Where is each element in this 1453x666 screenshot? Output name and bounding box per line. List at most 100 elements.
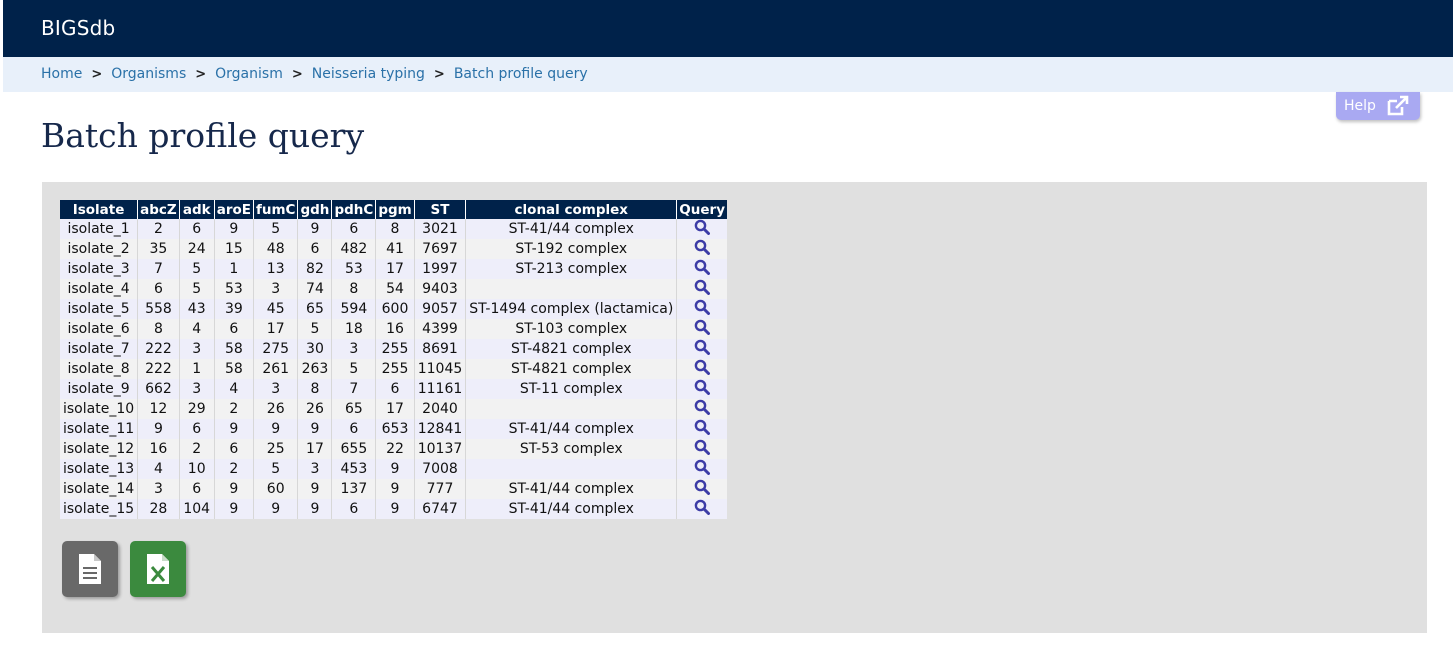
cell-query [676,479,727,499]
cell-adk: 29 [178,399,215,419]
cell-gdh: 9 [297,419,332,439]
cell-clonal-complex: ST-41/44 complex [465,499,677,519]
search-icon[interactable] [694,339,711,359]
cell-st: 11161 [413,379,466,399]
cell-adk: 1 [178,359,215,379]
breadcrumb-home[interactable]: Home [41,66,82,82]
breadcrumb-neisseria-typing[interactable]: Neisseria typing [312,66,425,82]
cell-query [676,319,727,339]
cell-isolate: isolate_5 [60,299,138,319]
search-icon[interactable] [694,299,711,319]
external-link-icon [1386,95,1410,121]
cell-gdh: 8 [297,379,332,399]
help-button[interactable]: Help [1336,92,1420,120]
search-icon[interactable] [694,439,711,459]
breadcrumb: Home > Organisms > Organism > Neisseria typing… [3,57,1453,92]
breadcrumb-batch-profile-query[interactable]: Batch profile query [454,66,588,82]
cell-abcz: 222 [137,359,180,379]
search-icon[interactable] [694,399,711,419]
cell-aroe: 9 [213,479,254,499]
cell-aroe: 4 [213,379,254,399]
cell-pdhc: 482 [331,239,376,259]
cell-query [676,279,727,299]
cell-isolate: isolate_13 [60,459,138,479]
cell-query [676,439,727,459]
cell-pdhc: 655 [331,439,376,459]
cell-abcz: 35 [137,239,180,259]
cell-adk: 6 [178,419,215,439]
column-header-adk: adk [178,200,215,219]
cell-gdh: 263 [297,359,332,379]
search-icon[interactable] [694,259,711,279]
table-row: isolate_1 2 6 9 5 9 6 8 3021 ST-41/44 complex [60,219,727,239]
cell-adk: 5 [178,279,215,299]
results-panel: Isolate abcZ adk aroE fumC gdh pdhC pgm … [42,182,1427,633]
breadcrumb-separator: > [433,67,445,82]
page: BIGSdb Home > Organisms > Organism > Neisseria… [3,0,1453,666]
cell-pgm: 255 [375,359,415,379]
cell-clonal-complex: ST-41/44 complex [465,219,677,239]
cell-clonal-complex: ST-11 complex [465,379,677,399]
cell-isolate: isolate_15 [60,499,138,519]
cell-isolate: isolate_6 [60,319,138,339]
breadcrumb-separator: > [195,67,207,82]
cell-abcz: 7 [137,259,180,279]
cell-adk: 2 [178,439,215,459]
cell-aroe: 9 [213,419,254,439]
cell-abcz: 12 [137,399,180,419]
cell-pdhc: 18 [331,319,376,339]
cell-fumc: 5 [252,459,298,479]
cell-isolate: isolate_10 [60,399,138,419]
cell-pgm: 17 [375,259,415,279]
table-row: isolate_12 16 2 6 25 17 655 22 10137 ST-53 comple… [60,439,727,459]
search-icon[interactable] [694,239,711,259]
search-icon[interactable] [694,219,711,239]
cell-query [676,499,727,519]
cell-pdhc: 137 [331,479,376,499]
results-table: Isolate abcZ adk aroE fumC gdh pdhC pgm … [60,200,727,519]
search-icon[interactable] [694,499,711,519]
breadcrumb-organism[interactable]: Organism [215,66,283,82]
breadcrumb-organisms[interactable]: Organisms [111,66,186,82]
cell-query [676,379,727,399]
cell-gdh: 9 [297,499,332,519]
table-row: isolate_7 222 3 58 275 30 3 255 8691 ST-4821 comp… [60,339,727,359]
table-row: isolate_11 9 6 9 9 9 6 653 12841 ST-41/44 complex [60,419,727,439]
cell-adk: 3 [178,339,215,359]
column-header-aroe: aroE [213,200,254,219]
column-header-gdh: gdh [297,200,332,219]
export-text-button[interactable] [62,541,118,597]
cell-clonal-complex: ST-4821 complex [465,359,677,379]
breadcrumb-separator: > [91,67,103,82]
cell-aroe: 58 [213,359,254,379]
table-row: isolate_6 8 4 6 17 5 18 16 4399 ST-103 complex [60,319,727,339]
cell-abcz: 662 [137,379,180,399]
cell-gdh: 26 [297,399,332,419]
cell-gdh: 17 [297,439,332,459]
cell-isolate: isolate_4 [60,279,138,299]
table-row: isolate_9 662 3 4 3 8 7 6 11161 ST-11 complex [60,379,727,399]
search-icon[interactable] [694,279,711,299]
cell-pgm: 22 [375,439,415,459]
cell-query [676,239,727,259]
cell-adk: 43 [178,299,215,319]
cell-adk: 3 [178,379,215,399]
cell-st: 7008 [413,459,466,479]
search-icon[interactable] [694,459,711,479]
table-row: isolate_5 558 43 39 45 65 594 600 9057 ST-1494 co… [60,299,727,319]
search-icon[interactable] [694,479,711,499]
cell-st: 8691 [413,339,466,359]
cell-clonal-complex [465,279,677,299]
cell-aroe: 53 [213,279,254,299]
cell-gdh: 5 [297,319,332,339]
search-icon[interactable] [694,319,711,339]
cell-query [676,219,727,239]
search-icon[interactable] [694,379,711,399]
cell-query [676,459,727,479]
search-icon[interactable] [694,359,711,379]
app-title[interactable]: BIGSdb [41,16,115,40]
cell-st: 1997 [413,259,466,279]
search-icon[interactable] [694,419,711,439]
cell-isolate: isolate_14 [60,479,138,499]
export-excel-button[interactable] [130,541,186,597]
